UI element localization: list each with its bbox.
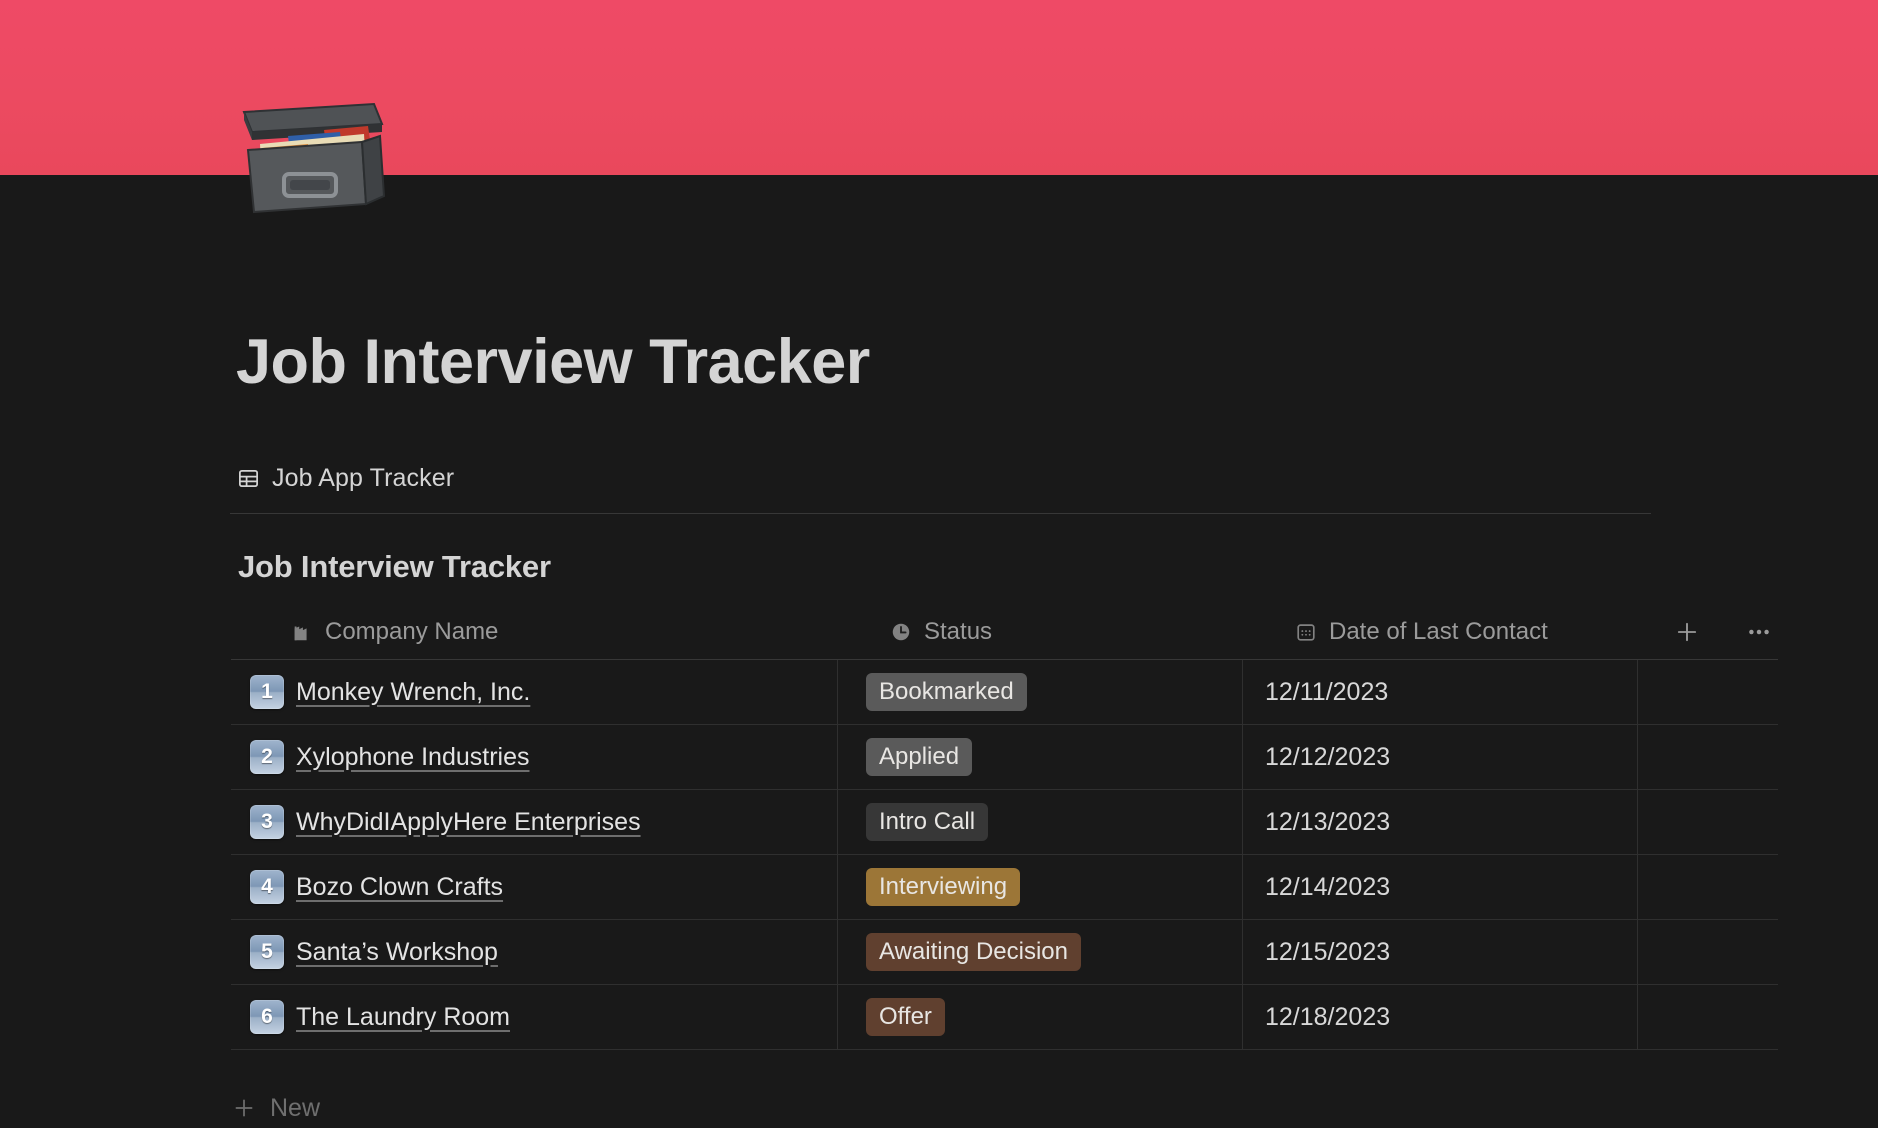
page-title: Job Interview Tracker: [236, 327, 870, 397]
status-badge[interactable]: Offer: [866, 998, 945, 1036]
table-row[interactable]: 6 The Laundry Room Offer 12/18/2023: [231, 984, 1778, 1050]
database-title[interactable]: Job Interview Tracker: [238, 549, 551, 585]
status-badge[interactable]: Bookmarked: [866, 673, 1027, 711]
table-row[interactable]: 4 Bozo Clown Crafts Interviewing 12/14/2…: [231, 854, 1778, 920]
row-number-badge: 1: [250, 675, 284, 709]
table-header-row: Company Name Status Date of Last Contact: [231, 604, 1778, 660]
row-extra-cell: [1638, 920, 1778, 985]
company-name-link[interactable]: Bozo Clown Crafts: [296, 873, 503, 902]
date-value[interactable]: 12/12/2023: [1265, 743, 1390, 772]
row-extra-cell: [1638, 855, 1778, 920]
table-header-actions: [1638, 615, 1778, 649]
add-column-button[interactable]: [1670, 615, 1704, 649]
card-file-box-icon[interactable]: [236, 92, 386, 216]
table-row[interactable]: 5 Santa’s Workshop Awaiting Decision 12/…: [231, 919, 1778, 985]
column-header-label: Status: [924, 617, 993, 645]
table-row[interactable]: 1 Monkey Wrench, Inc. Bookmarked 12/11/2…: [231, 659, 1778, 725]
date-value[interactable]: 12/13/2023: [1265, 808, 1390, 837]
building-icon: [291, 621, 313, 643]
row-number-badge: 2: [250, 740, 284, 774]
company-name-link[interactable]: WhyDidIApplyHere Enterprises: [296, 808, 641, 837]
page-title-wrapper: Job Interview Tracker: [236, 327, 1686, 397]
status-badge[interactable]: Intro Call: [866, 803, 989, 841]
breadcrumb-job-app-tracker[interactable]: Job App Tracker: [237, 464, 454, 493]
status-badge[interactable]: Awaiting Decision: [866, 933, 1081, 971]
row-number-badge: 4: [250, 870, 284, 904]
company-name-link[interactable]: Xylophone Industries: [296, 743, 529, 772]
column-header-status[interactable]: Status: [838, 618, 1243, 646]
column-header-label: Company Name: [325, 617, 499, 645]
date-value[interactable]: 12/15/2023: [1265, 938, 1390, 967]
date-value[interactable]: 12/11/2023: [1265, 678, 1388, 707]
column-header-company-name[interactable]: Company Name: [231, 618, 838, 646]
row-number-badge: 3: [250, 805, 284, 839]
row-extra-cell: [1638, 660, 1778, 725]
plus-icon: [231, 1095, 257, 1121]
status-badge[interactable]: Applied: [866, 738, 973, 776]
row-number-badge: 5: [250, 935, 284, 969]
calendar-icon: [1295, 621, 1317, 643]
company-name-link[interactable]: Santa’s Workshop: [296, 938, 498, 967]
add-new-row-button[interactable]: New: [231, 1083, 320, 1128]
table-icon: [237, 467, 260, 490]
company-name-link[interactable]: The Laundry Room: [296, 1003, 510, 1032]
notion-page: Job Interview Tracker Job App Tracker Jo…: [0, 0, 1878, 1128]
table-row[interactable]: 2 Xylophone Industries Applied 12/12/202…: [231, 724, 1778, 790]
company-name-link[interactable]: Monkey Wrench, Inc.: [296, 678, 530, 707]
clock-icon: [890, 621, 912, 643]
more-options-button[interactable]: [1742, 615, 1776, 649]
row-extra-cell: [1638, 985, 1778, 1050]
column-header-date-of-last-contact[interactable]: Date of Last Contact: [1243, 618, 1638, 646]
breadcrumb-label: Job App Tracker: [272, 464, 455, 492]
row-number-badge: 6: [250, 1000, 284, 1034]
row-extra-cell: [1638, 790, 1778, 855]
date-value[interactable]: 12/18/2023: [1265, 1003, 1390, 1032]
row-extra-cell: [1638, 725, 1778, 790]
database-table: Company Name Status Date of Last Contact…: [231, 604, 1778, 1050]
column-header-label: Date of Last Contact: [1329, 617, 1548, 645]
status-badge[interactable]: Interviewing: [866, 868, 1021, 906]
table-row[interactable]: 3 WhyDidIApplyHere Enterprises Intro Cal…: [231, 789, 1778, 855]
date-value[interactable]: 12/14/2023: [1265, 873, 1390, 902]
add-new-row-label: New: [270, 1093, 321, 1122]
section-divider: [230, 513, 1651, 514]
